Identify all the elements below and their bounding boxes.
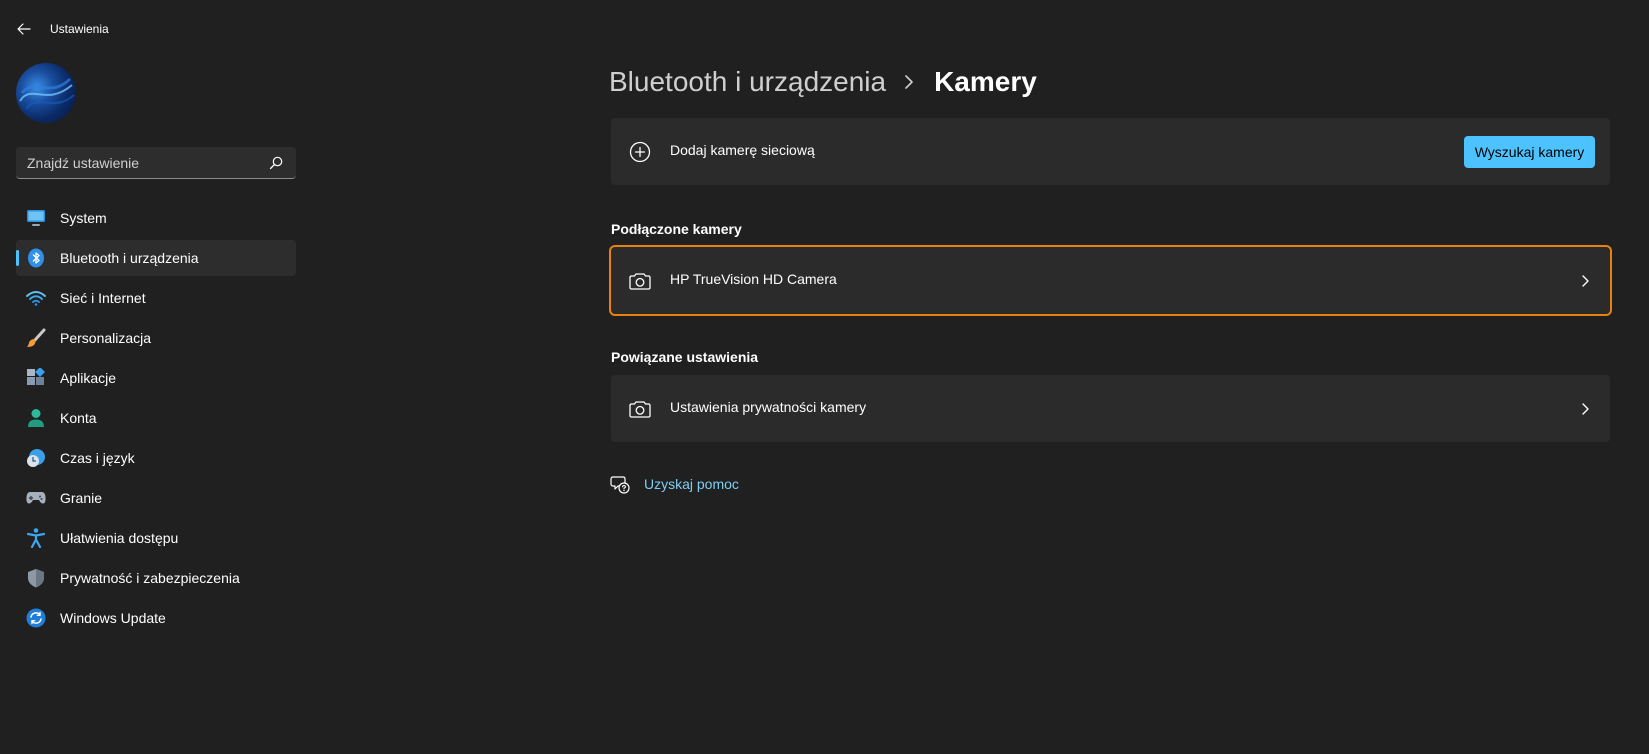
sidebar-item-label: Bluetooth i urządzenia — [60, 250, 199, 266]
sidebar-item-label: Czas i język — [60, 450, 135, 466]
sidebar-item-privacy[interactable]: Prywatność i zabezpieczenia — [16, 560, 296, 596]
sidebar-item-label: Aplikacje — [60, 370, 117, 386]
monitor-icon — [26, 208, 46, 228]
person-icon — [26, 408, 46, 428]
camera-privacy-settings-row[interactable]: Ustawienia prywatności kamery — [611, 375, 1610, 442]
get-help-link[interactable]: Uzyskaj pomoc — [610, 474, 739, 494]
gamepad-icon — [26, 488, 46, 508]
wifi-icon — [26, 288, 46, 308]
sidebar-item-label: Windows Update — [60, 610, 166, 626]
sidebar-item-label: Ułatwienia dostępu — [60, 530, 179, 546]
camera-icon — [628, 269, 652, 293]
sidebar-item-label: Sieć i Internet — [60, 290, 146, 306]
back-button[interactable] — [12, 17, 36, 41]
sidebar-item-accessibility[interactable]: Ułatwienia dostępu — [16, 520, 296, 556]
arrow-left-icon — [17, 23, 31, 35]
sidebar-item-time-language[interactable]: Czas i język — [16, 440, 296, 476]
related-settings-heading: Powiązane ustawienia — [611, 349, 759, 365]
avatar[interactable] — [16, 63, 76, 123]
breadcrumb-parent-link[interactable]: Bluetooth i urządzenia — [609, 66, 886, 98]
search-icon[interactable] — [268, 155, 284, 171]
sidebar-item-bluetooth[interactable]: Bluetooth i urządzenia — [16, 240, 296, 276]
sidebar-item-label: System — [60, 210, 107, 226]
sidebar-item-personalization[interactable]: Personalizacja — [16, 320, 296, 356]
sidebar-item-windows-update[interactable]: Windows Update — [16, 600, 296, 636]
add-network-camera-label: Dodaj kamerę sieciową — [670, 142, 815, 158]
sidebar-nav: System Bluetooth i urządzenia Sieć i Int… — [16, 200, 296, 640]
sidebar-item-network[interactable]: Sieć i Internet — [16, 280, 296, 316]
camera-icon — [628, 397, 652, 421]
accessibility-icon — [26, 528, 46, 548]
chevron-right-icon — [904, 74, 920, 90]
shield-icon — [26, 568, 46, 588]
app-title: Ustawienia — [50, 22, 109, 36]
sidebar-item-label: Personalizacja — [60, 330, 152, 346]
help-chat-icon — [610, 476, 630, 494]
clock-globe-icon — [26, 448, 46, 468]
camera-name: HP TrueVision HD Camera — [670, 271, 837, 287]
update-icon — [26, 608, 46, 628]
add-network-camera-card: Dodaj kamerę sieciową Wyszukaj kamery — [611, 118, 1610, 185]
page-title: Kamery — [934, 66, 1037, 97]
get-help-label: Uzyskaj pomoc — [644, 476, 739, 492]
sidebar-item-apps[interactable]: Aplikacje — [16, 360, 296, 396]
add-circle-icon — [628, 140, 652, 164]
search-cameras-button[interactable]: Wyszukaj kamery — [1464, 136, 1595, 168]
search-input[interactable] — [16, 154, 256, 171]
sidebar-item-gaming[interactable]: Granie — [16, 480, 296, 516]
connected-cameras-heading: Podłączone kamery — [611, 221, 742, 237]
sidebar-item-accounts[interactable]: Konta — [16, 400, 296, 436]
title-bar: Ustawienia — [0, 0, 600, 58]
chevron-right-icon — [1582, 275, 1589, 287]
apps-icon — [26, 368, 46, 388]
bluetooth-icon — [26, 248, 46, 268]
camera-row-hp-truevision[interactable]: HP TrueVision HD Camera — [609, 245, 1612, 316]
avatar-image — [19, 77, 75, 110]
sidebar-item-label: Konta — [60, 410, 97, 426]
breadcrumb: Bluetooth i urządzenia Kamery — [609, 62, 1037, 102]
brush-icon — [26, 328, 46, 348]
search-box[interactable] — [16, 147, 296, 179]
sidebar-item-system[interactable]: System — [16, 200, 296, 236]
sidebar-item-label: Granie — [60, 490, 103, 506]
sidebar-item-label: Prywatność i zabezpieczenia — [60, 570, 240, 586]
camera-privacy-settings-label: Ustawienia prywatności kamery — [670, 399, 867, 415]
chevron-right-icon — [1582, 403, 1589, 415]
